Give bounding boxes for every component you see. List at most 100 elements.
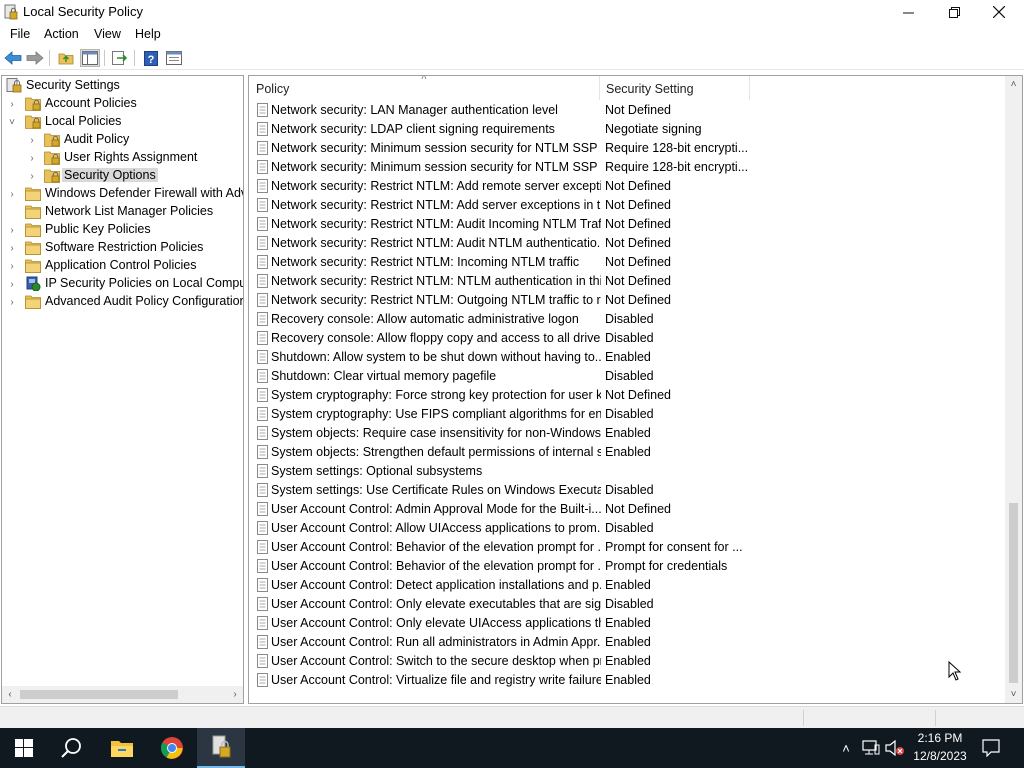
table-row[interactable]: System cryptography: Force strong key pr…	[249, 386, 1006, 405]
folder-icon	[25, 186, 41, 201]
table-row[interactable]: User Account Control: Behavior of the el…	[249, 557, 1006, 576]
show-hide-console-tree-button[interactable]	[80, 49, 100, 67]
expand-chevron-icon[interactable]: ›	[27, 131, 37, 149]
table-row[interactable]: System cryptography: Use FIPS compliant …	[249, 405, 1006, 424]
tree-node-network-list-manager-policies[interactable]: Network List Manager Policies	[2, 203, 243, 221]
scroll-right-icon[interactable]: ›	[227, 686, 243, 703]
column-divider[interactable]	[599, 76, 600, 100]
tree-node-security-settings[interactable]: Security Settings	[2, 77, 243, 95]
table-row[interactable]: Shutdown: Clear virtual memory pagefile D…	[249, 367, 1006, 386]
table-row[interactable]: System objects: Require case insensitivi…	[249, 424, 1006, 443]
table-row[interactable]: Shutdown: Allow system to be shut down w…	[249, 348, 1006, 367]
clock-date[interactable]: 12/8/2023	[908, 749, 972, 763]
tree-node-application-control-policies[interactable]: › Application Control Policies	[2, 257, 243, 275]
expand-chevron-icon[interactable]: ›	[7, 257, 17, 275]
expand-chevron-icon[interactable]: ›	[7, 185, 17, 203]
expand-chevron-icon[interactable]: ›	[7, 239, 17, 257]
expand-chevron-icon[interactable]: ›	[7, 275, 17, 293]
scroll-up-icon[interactable]: ˄	[1005, 76, 1022, 93]
tree-node-advanced-audit-policy-configuration[interactable]: › Advanced Audit Policy Configuration	[2, 293, 243, 311]
action-center-button[interactable]	[981, 738, 1001, 758]
network-icon[interactable]	[861, 738, 881, 758]
table-row[interactable]: System settings: Optional subsystems	[249, 462, 1006, 481]
table-row[interactable]: User Account Control: Run all administra…	[249, 633, 1006, 652]
table-row[interactable]: Network security: LAN Manager authentica…	[249, 101, 1006, 120]
minimize-button[interactable]	[885, 0, 931, 24]
tree-node-account-policies[interactable]: › Account Policies	[2, 95, 243, 113]
table-row[interactable]: User Account Control: Admin Approval Mod…	[249, 500, 1006, 519]
table-row[interactable]: Recovery console: Allow floppy copy and …	[249, 329, 1006, 348]
table-row[interactable]: Network security: Restrict NTLM: Audit I…	[249, 215, 1006, 234]
back-button[interactable]	[3, 49, 23, 67]
expand-chevron-icon[interactable]: ›	[7, 221, 17, 239]
local-security-policy-taskbar-button[interactable]	[197, 728, 245, 768]
list-vertical-scrollbar[interactable]: ˄ ˅	[1005, 76, 1022, 703]
menu-view[interactable]: View	[94, 27, 121, 41]
column-divider[interactable]	[749, 76, 750, 100]
chrome-button[interactable]	[148, 728, 196, 768]
search-button[interactable]	[48, 728, 96, 768]
policy-item-icon	[256, 179, 270, 193]
start-button[interactable]	[0, 728, 48, 768]
table-row[interactable]: Network security: Restrict NTLM: NTLM au…	[249, 272, 1006, 291]
expand-chevron-icon[interactable]: ›	[27, 149, 37, 167]
table-row[interactable]: Network security: Restrict NTLM: Incomin…	[249, 253, 1006, 272]
table-row[interactable]: User Account Control: Only elevate execu…	[249, 595, 1006, 614]
policy-item-icon	[256, 578, 270, 592]
export-list-button[interactable]	[110, 49, 130, 67]
status-bar	[0, 706, 1024, 728]
up-one-level-button[interactable]	[56, 49, 76, 67]
table-row[interactable]: System settings: Use Certificate Rules o…	[249, 481, 1006, 500]
table-row[interactable]: User Account Control: Switch to the secu…	[249, 652, 1006, 671]
table-row[interactable]: User Account Control: Virtualize file an…	[249, 671, 1006, 690]
tree-node-local-policies[interactable]: ˅ Local Policies	[2, 113, 243, 131]
scrollbar-thumb[interactable]	[20, 690, 178, 699]
menu-action[interactable]: Action	[44, 27, 79, 41]
column-header-security-setting[interactable]: Security Setting	[606, 82, 694, 96]
tray-overflow-chevron-icon[interactable]: ˄	[836, 738, 856, 758]
expand-chevron-icon[interactable]: ›	[7, 95, 17, 113]
tree-node-ip-security-policies-on-local-compute[interactable]: › IP Security Policies on Local Compute	[2, 275, 243, 293]
tree-node-label: Advanced Audit Policy Configuration	[45, 294, 244, 308]
restore-button[interactable]	[931, 0, 977, 24]
table-row[interactable]: Network security: Restrict NTLM: Audit N…	[249, 234, 1006, 253]
properties-icon	[166, 51, 182, 65]
policy-name: User Account Control: Only elevate execu…	[271, 597, 601, 611]
scroll-left-icon[interactable]: ‹	[2, 686, 18, 703]
collapse-chevron-icon[interactable]: ˅	[7, 113, 17, 131]
help-button[interactable]: ?	[141, 49, 161, 67]
security-setting-value: Enabled	[605, 350, 651, 364]
table-row[interactable]: Network security: LDAP client signing re…	[249, 120, 1006, 139]
scrollbar-thumb[interactable]	[1009, 503, 1018, 683]
tree-node-user-rights-assignment[interactable]: › User Rights Assignment	[2, 149, 243, 167]
tree-horizontal-scrollbar[interactable]: ‹ ›	[2, 686, 243, 703]
tree-node-public-key-policies[interactable]: › Public Key Policies	[2, 221, 243, 239]
table-row[interactable]: Network security: Restrict NTLM: Add ser…	[249, 196, 1006, 215]
table-row[interactable]: Network security: Minimum session securi…	[249, 139, 1006, 158]
forward-button[interactable]	[25, 49, 45, 67]
table-row[interactable]: Network security: Restrict NTLM: Add rem…	[249, 177, 1006, 196]
expand-chevron-icon[interactable]: ›	[7, 293, 17, 311]
table-row[interactable]: Network security: Minimum session securi…	[249, 158, 1006, 177]
scroll-down-icon[interactable]: ˅	[1005, 686, 1022, 703]
clock-time[interactable]: 2:16 PM	[908, 731, 972, 745]
table-row[interactable]: User Account Control: Allow UIAccess app…	[249, 519, 1006, 538]
close-button[interactable]	[976, 0, 1022, 24]
table-row[interactable]: Recovery console: Allow automatic admini…	[249, 310, 1006, 329]
tree-node-audit-policy[interactable]: › Audit Policy	[2, 131, 243, 149]
table-row[interactable]: User Account Control: Behavior of the el…	[249, 538, 1006, 557]
tree-node-security-options[interactable]: › Security Options	[2, 167, 243, 185]
column-header-policy[interactable]: Policy	[256, 82, 289, 96]
table-row[interactable]: Network security: Restrict NTLM: Outgoin…	[249, 291, 1006, 310]
properties-button[interactable]	[164, 49, 184, 67]
table-row[interactable]: User Account Control: Only elevate UIAcc…	[249, 614, 1006, 633]
file-explorer-button[interactable]	[98, 728, 146, 768]
menu-file[interactable]: File	[10, 27, 30, 41]
table-row[interactable]: System objects: Strengthen default permi…	[249, 443, 1006, 462]
tree-node-windows-defender-firewall-with-adva[interactable]: › Windows Defender Firewall with Adva	[2, 185, 243, 203]
tree-node-software-restriction-policies[interactable]: › Software Restriction Policies	[2, 239, 243, 257]
volume-muted-icon[interactable]	[885, 738, 905, 758]
table-row[interactable]: User Account Control: Detect application…	[249, 576, 1006, 595]
expand-chevron-icon[interactable]: ›	[27, 167, 37, 185]
menu-help[interactable]: Help	[135, 27, 161, 41]
